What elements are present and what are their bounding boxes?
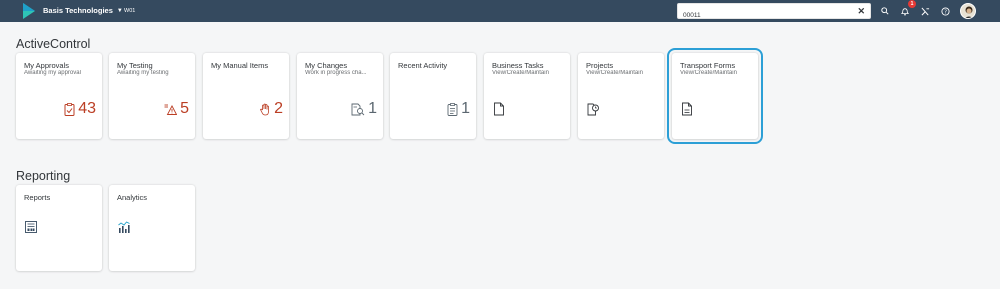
tile-title: My Approvals [24, 61, 70, 70]
analytics-icon [118, 221, 130, 233]
kpi-value: 43 [78, 100, 96, 117]
tile-my-changes[interactable]: My Changes Work in progress cha... 1 [297, 53, 383, 139]
sap-logo-icon[interactable] [23, 3, 35, 19]
tile-title: Business Tasks [492, 61, 544, 70]
search-icon[interactable] [878, 4, 892, 18]
company-menu[interactable]: Basis Technologies ▼ [43, 0, 123, 22]
transport-icon[interactable] [918, 4, 932, 18]
tile-title: Transport Forms [680, 61, 736, 70]
tile-my-manual-items[interactable]: My Manual Items 2 [203, 53, 289, 139]
clipboard-icon [447, 102, 458, 116]
kpi-value: 1 [368, 100, 377, 117]
tile-title: Analytics [117, 193, 148, 202]
tile-transport-forms[interactable]: Transport Forms View/Create/Maintain [667, 48, 763, 144]
company-name: Basis Technologies [43, 6, 113, 15]
tile-kpi: 1 [447, 100, 470, 118]
tile-reports[interactable]: Reports [16, 185, 102, 271]
document-search-icon [351, 103, 365, 115]
tile-kpi: 43 [64, 100, 96, 118]
check-clipboard-icon [64, 102, 75, 116]
svg-text:?: ? [944, 9, 947, 15]
tile-subtitle: Awaiting my approval [24, 70, 81, 76]
report-icon [25, 221, 37, 233]
tile-recent-activity[interactable]: Recent Activity 1 [390, 53, 476, 139]
tile-title: Reports [24, 193, 51, 202]
help-icon[interactable]: ? [938, 4, 952, 18]
tile-analytics[interactable]: Analytics [109, 185, 195, 271]
tile-my-approvals[interactable]: My Approvals Awaiting my approval 43 [16, 53, 102, 139]
tile-business-tasks[interactable]: Business Tasks View/Create/Maintain [484, 53, 570, 139]
kpi-value: 5 [180, 100, 189, 117]
tile-title: My Testing [117, 61, 153, 70]
kpi-value: 1 [461, 100, 470, 117]
tile-title: My Manual Items [211, 61, 269, 70]
tile-projects[interactable]: Projects View/Create/Maintain [578, 53, 664, 139]
tile-title: Projects [586, 61, 614, 70]
notification-badge: 1 [908, 0, 916, 8]
clear-search-icon[interactable]: ✕ [857, 5, 865, 17]
search-input[interactable] [678, 8, 848, 23]
blank-document-icon [494, 102, 504, 116]
tile-subtitle: Work in progress cha... [305, 70, 367, 76]
group-title-activecontrol: ActiveControl [16, 37, 91, 51]
avatar[interactable] [960, 3, 976, 19]
tile-kpi: 5 [164, 100, 189, 118]
tile-title: My Changes [305, 61, 348, 70]
warning-list-icon [164, 104, 178, 115]
tile-subtitle: View/Create/Maintain [492, 70, 549, 76]
shell-bar: Basis Technologies ▼ W01 ✕ 1 ? [0, 0, 1000, 23]
form-document-icon [682, 102, 692, 116]
tile-title: Recent Activity [398, 61, 448, 70]
group-title-reporting: Reporting [16, 169, 71, 183]
chevron-down-icon: ▼ [116, 8, 123, 14]
system-id: W01 [124, 8, 136, 14]
search-box: ✕ [677, 3, 871, 23]
tile-subtitle: View/Create/Maintain [680, 70, 737, 76]
hand-icon [260, 103, 269, 115]
tile-my-testing[interactable]: My Testing Awaiting my testing 5 [109, 53, 195, 139]
tile-kpi: 2 [259, 100, 283, 118]
tile-kpi: 1 [351, 100, 377, 118]
project-document-icon [587, 103, 599, 116]
tile-subtitle: View/Create/Maintain [586, 70, 643, 76]
tile-subtitle: Awaiting my testing [117, 70, 169, 76]
kpi-value: 2 [274, 100, 283, 117]
